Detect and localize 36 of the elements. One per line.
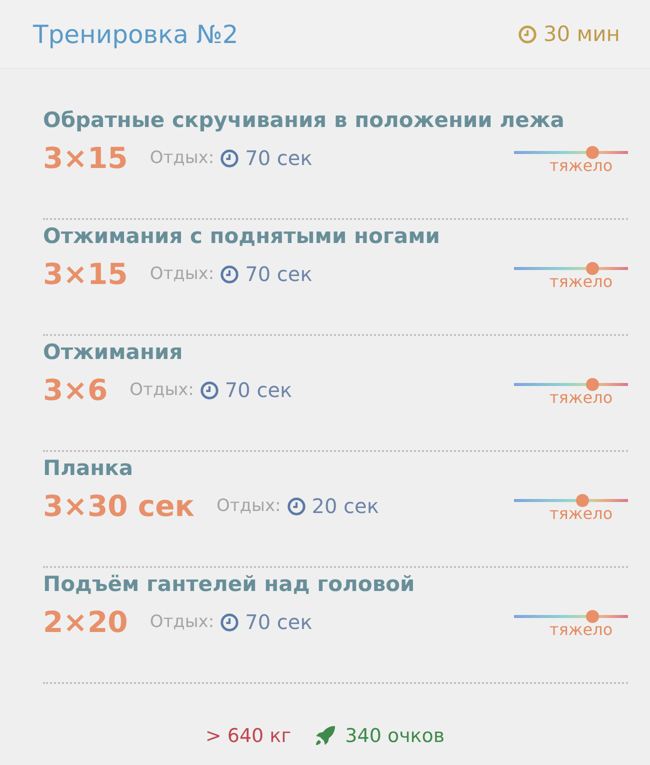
total-weight: > 640 кг	[205, 725, 292, 747]
sets-reps: 3×6	[43, 373, 108, 407]
exercise-name: Обратные скручивания в положении лежа	[43, 107, 566, 134]
exercise-name: Отжимания	[43, 339, 184, 366]
rest-label: Отдых:	[130, 380, 194, 400]
points-earned: 340 очков	[345, 725, 445, 747]
clock-icon	[518, 24, 538, 44]
rest-label: Отдых:	[150, 264, 214, 284]
rest-time: 70 сек	[245, 610, 312, 634]
exercise-name: Отжимания с поднятыми ногами	[43, 223, 441, 250]
clock-icon	[220, 264, 240, 284]
rocket-icon	[313, 724, 338, 748]
clock-icon	[200, 380, 219, 400]
difficulty-label: тяжело	[548, 388, 613, 407]
exercise-name: Подъём гантелей над головой	[43, 571, 416, 598]
sets-reps: 3×15	[43, 257, 128, 291]
rest-label: Отдых:	[216, 496, 281, 516]
difficulty-label: тяжело	[548, 620, 613, 639]
rest-time: 70 сек	[245, 262, 312, 286]
clock-icon	[286, 496, 306, 516]
clock-icon	[220, 148, 240, 168]
rest-label: Отдых:	[150, 612, 214, 632]
rest-time: 70 сек	[245, 146, 312, 170]
rest-time: 20 сек	[312, 494, 379, 518]
duration-text: 30 мин	[543, 22, 620, 46]
sets-reps: 2×20	[43, 605, 128, 639]
sets-reps: 3×30 сек	[43, 489, 194, 523]
difficulty-label: тяжело	[548, 156, 613, 175]
workout-title: Тренировка №2	[33, 20, 238, 48]
rest-time: 70 сек	[224, 378, 292, 402]
sets-reps: 3×15	[43, 141, 128, 175]
clock-icon	[220, 612, 240, 632]
difficulty-label: тяжело	[548, 272, 613, 291]
rest-label: Отдых:	[150, 148, 214, 168]
exercise-name: Планка	[43, 455, 134, 482]
difficulty-label: тяжело	[548, 504, 613, 523]
